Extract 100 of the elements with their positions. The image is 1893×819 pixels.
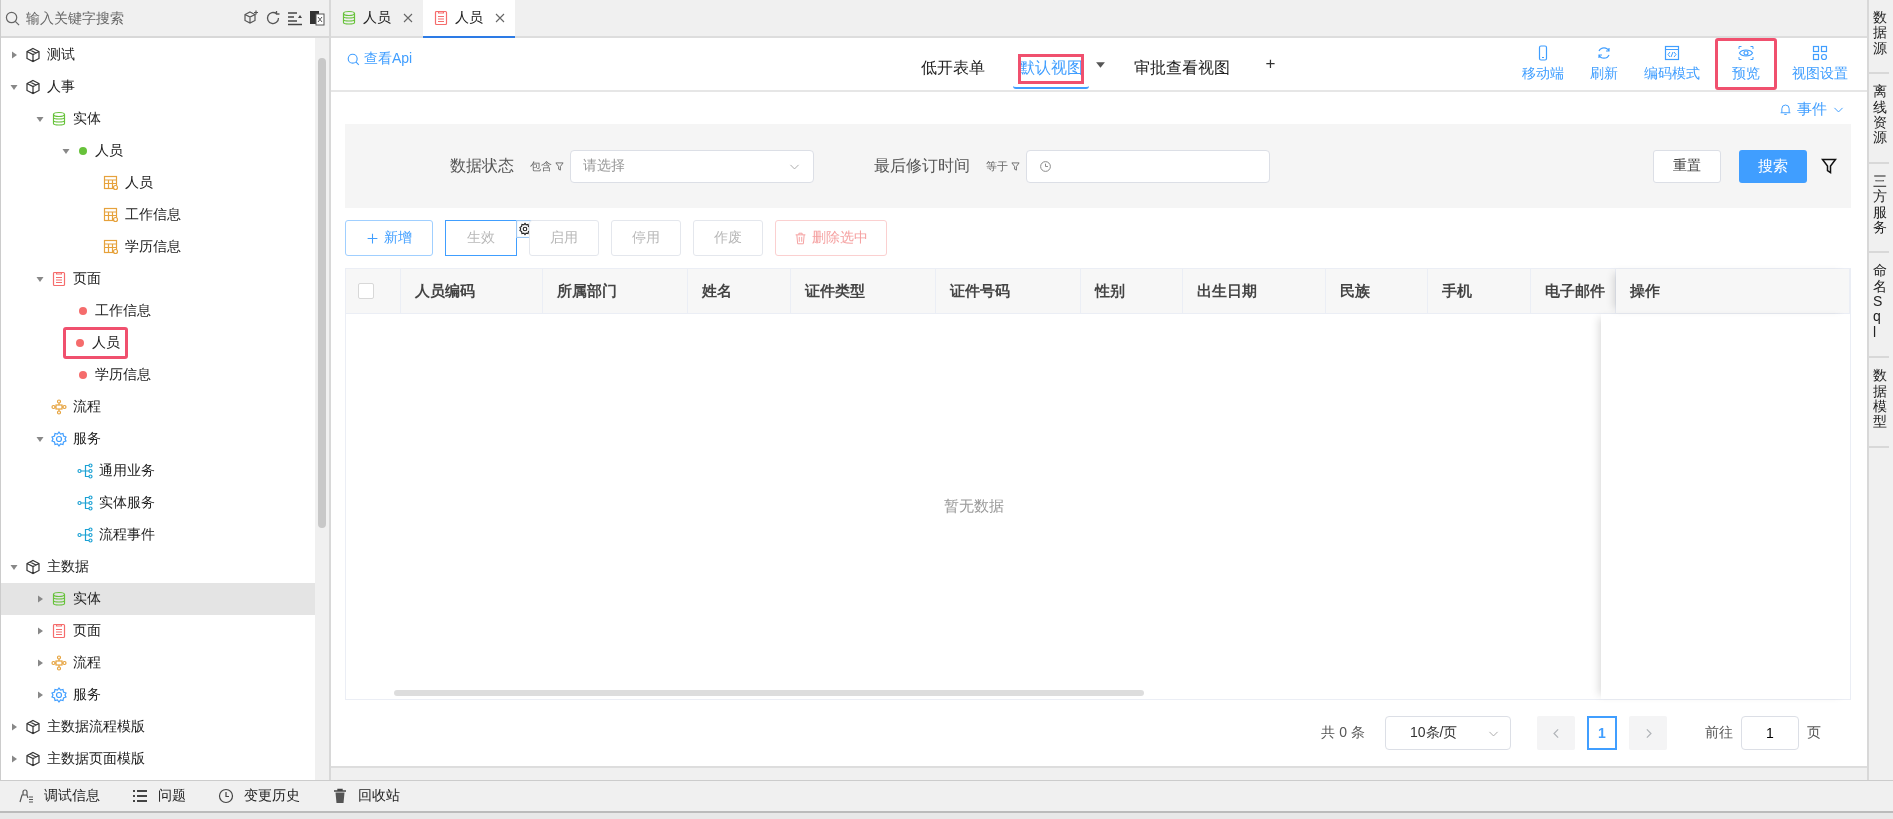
caret-icon[interactable]: [9, 562, 19, 572]
document-icon: [51, 623, 67, 639]
caret-icon[interactable]: [61, 146, 71, 156]
caret-icon[interactable]: [35, 594, 45, 604]
close-icon[interactable]: [495, 13, 505, 23]
caret-icon[interactable]: [35, 274, 45, 284]
tree-label: 测试: [47, 46, 75, 64]
tree-item[interactable]: 主数据页面模版: [1, 743, 315, 775]
cube-icon: [25, 79, 41, 95]
operator-selector[interactable]: 包含: [530, 158, 564, 174]
column-header: 操作: [1616, 269, 1850, 313]
reset-button[interactable]: 重置: [1653, 149, 1721, 183]
tree-item[interactable]: 人员: [1, 135, 315, 167]
tree-label: 主数据: [47, 558, 89, 576]
tree-label: 人员: [92, 334, 120, 352]
date-field[interactable]: [1026, 149, 1270, 183]
tree-item[interactable]: 服务: [1, 679, 315, 711]
editor-tab[interactable]: 人员: [423, 0, 515, 38]
tree-item[interactable]: 页面: [1, 615, 315, 647]
side-tab[interactable]: 命名Sql: [1869, 253, 1889, 359]
caret-icon[interactable]: [35, 434, 45, 444]
close-icon[interactable]: [403, 13, 413, 23]
flow-icon: [51, 655, 67, 671]
side-tab[interactable]: 数据源: [1869, 0, 1889, 75]
side-tab[interactable]: 三方服务: [1869, 163, 1889, 254]
bottom-bar-button[interactable]: 问题: [128, 787, 190, 805]
tree-item[interactable]: 人员: [1, 167, 315, 199]
cube-icon: [25, 559, 41, 575]
tree-item[interactable]: 人员: [1, 327, 315, 359]
operator-selector[interactable]: 等于: [986, 158, 1020, 174]
tree-label: 人员: [95, 142, 123, 160]
scrollbar[interactable]: [394, 690, 1144, 696]
tree-label: 人员: [125, 174, 153, 192]
filter-label: 最后修订时间: [874, 155, 970, 176]
tree-label: 页面: [73, 622, 101, 640]
clock-icon: [218, 788, 234, 804]
tree-label: 学历信息: [125, 238, 181, 256]
tree-label: 流程: [73, 398, 101, 416]
tree-item[interactable]: 流程: [1, 391, 315, 423]
table-icon: [103, 239, 119, 255]
tree-item[interactable]: 主数据流程模版: [1, 711, 315, 743]
filter-icon[interactable]: [1821, 158, 1837, 174]
side-tab[interactable]: 离线资源: [1869, 74, 1889, 164]
select-all-checkbox[interactable]: [358, 283, 374, 299]
tree-item[interactable]: 测试: [1, 39, 315, 71]
bottom-bar-button[interactable]: 变更历史: [214, 787, 304, 805]
bottom-bar-button[interactable]: 回收站: [328, 787, 404, 805]
tree-item[interactable]: 实体服务: [1, 487, 315, 519]
tree-label: 主数据页面模版: [47, 750, 145, 768]
database-icon: [51, 111, 67, 127]
column-header: 证件类型: [791, 269, 936, 313]
tree-item[interactable]: 实体: [1, 103, 315, 135]
tree-label: 流程: [73, 654, 101, 672]
search-input[interactable]: 输入关键字搜索: [26, 10, 237, 26]
tree-item[interactable]: 工作信息: [1, 295, 315, 327]
caret-icon[interactable]: [9, 82, 19, 92]
tree-item[interactable]: 主数据: [1, 551, 315, 583]
page-size-select[interactable]: 10条/页: [1385, 716, 1511, 750]
editor-tab[interactable]: 人员: [331, 0, 423, 38]
side-tab[interactable]: 数据模型: [1869, 358, 1889, 448]
grid-icon: [1812, 45, 1828, 61]
code-icon: [1664, 45, 1680, 61]
scrollbar[interactable]: [315, 38, 329, 780]
tree-item[interactable]: 学历信息: [1, 231, 315, 263]
view-tab[interactable]: 审批查看视图: [1127, 49, 1236, 89]
caret-icon[interactable]: [35, 658, 45, 668]
tree-item[interactable]: 学历信息: [1, 359, 315, 391]
tree-item[interactable]: 流程事件: [1, 519, 315, 551]
page-input[interactable]: 1: [1741, 716, 1799, 750]
view-tab[interactable]: 低开表单: [914, 49, 991, 89]
document-icon: [51, 271, 67, 287]
cube-icon: [25, 751, 41, 767]
tree-item[interactable]: 通用业务: [1, 455, 315, 487]
filter-icon: [1011, 161, 1020, 171]
caret-icon[interactable]: [35, 114, 45, 124]
tree-item[interactable]: 页面: [1, 263, 315, 295]
tree-item[interactable]: 服务: [1, 423, 315, 455]
tree-item[interactable]: 工作信息: [1, 199, 315, 231]
add-cube-icon[interactable]: [243, 10, 259, 26]
tree-item[interactable]: 人事: [1, 71, 315, 103]
caret-icon[interactable]: [9, 754, 19, 764]
tree-item[interactable]: 实体: [1, 583, 315, 615]
refresh-icon[interactable]: [265, 10, 281, 26]
column-header: 手机: [1428, 269, 1531, 313]
caret-icon[interactable]: [35, 626, 45, 636]
caret-icon[interactable]: [9, 50, 19, 60]
filter-label: 数据状态: [450, 155, 514, 176]
tree-label: 实体: [73, 110, 101, 128]
translate-icon[interactable]: [309, 10, 325, 26]
collapse-list-icon[interactable]: [287, 10, 303, 26]
column-header: 性别: [1081, 269, 1183, 313]
database-icon: [51, 591, 67, 607]
bottom-bar-button[interactable]: 调试信息: [14, 787, 104, 805]
goto-label: 前往: [1705, 724, 1733, 742]
plus-icon: [366, 231, 379, 245]
caret-icon[interactable]: [9, 722, 19, 732]
caret-icon[interactable]: [35, 690, 45, 700]
bell-icon: [1779, 102, 1792, 116]
add-view-button[interactable]: +: [1257, 54, 1284, 74]
tree-item[interactable]: 流程: [1, 647, 315, 679]
